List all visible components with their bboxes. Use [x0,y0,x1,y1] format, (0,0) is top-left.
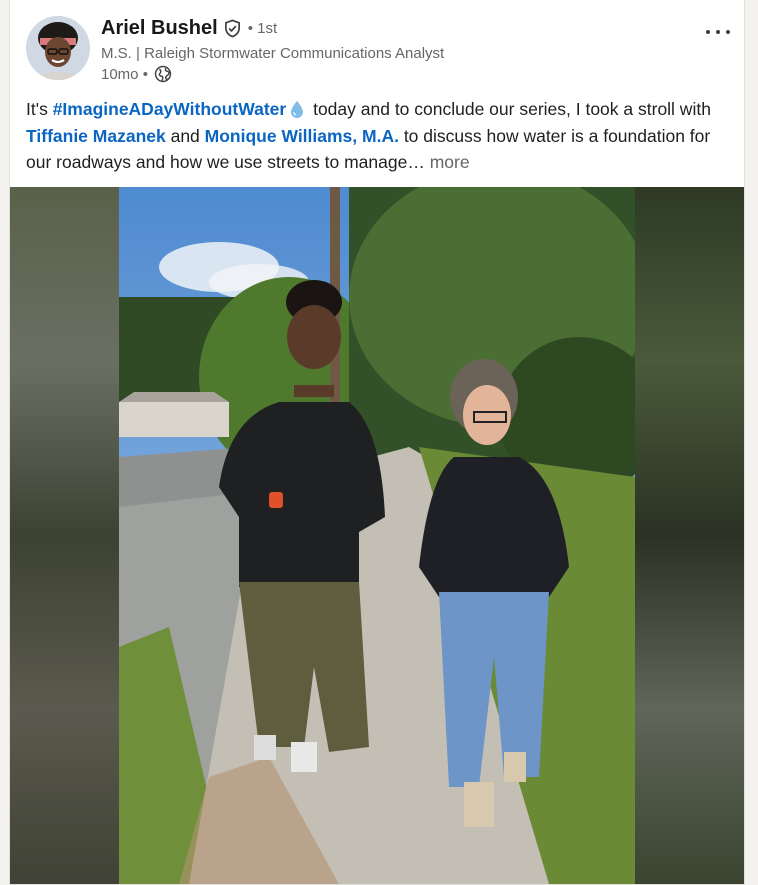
verified-shield-icon [224,19,240,38]
post-video[interactable] [10,187,744,884]
avatar-image [26,16,90,80]
author-name[interactable]: Ariel Bushel [101,17,218,40]
see-more-button[interactable]: more [425,152,470,172]
hashtag-link[interactable]: #ImagineADayWithoutWater [53,99,287,119]
text-segment: and [165,125,205,146]
connection-degree: • 1st [247,20,278,37]
video-blur-right [635,187,744,884]
more-options-icon[interactable] [706,24,730,40]
feed-post: Ariel Bushel • 1st M.S. | Raleigh Stormw… [9,0,745,885]
globe-icon [154,65,172,83]
post-time: 10mo • [101,65,148,83]
water-drop-icon [291,101,304,118]
post-meta: 10mo • [101,65,172,83]
author-avatar[interactable] [26,16,90,80]
text-segment: It's [26,99,53,119]
text-segment: today and to conclude our series, I took… [308,99,711,119]
mention-tiffanie[interactable]: Tiffanie Mazanek [26,126,166,146]
video-frame [119,187,635,884]
video-blur-left [10,187,119,884]
author-headline: M.S. | Raleigh Stormwater Communications… [101,45,445,62]
mention-monique[interactable]: Monique Williams, M.A. [205,126,399,146]
post-text: It's #ImagineADayWithoutWater today and … [26,96,726,176]
